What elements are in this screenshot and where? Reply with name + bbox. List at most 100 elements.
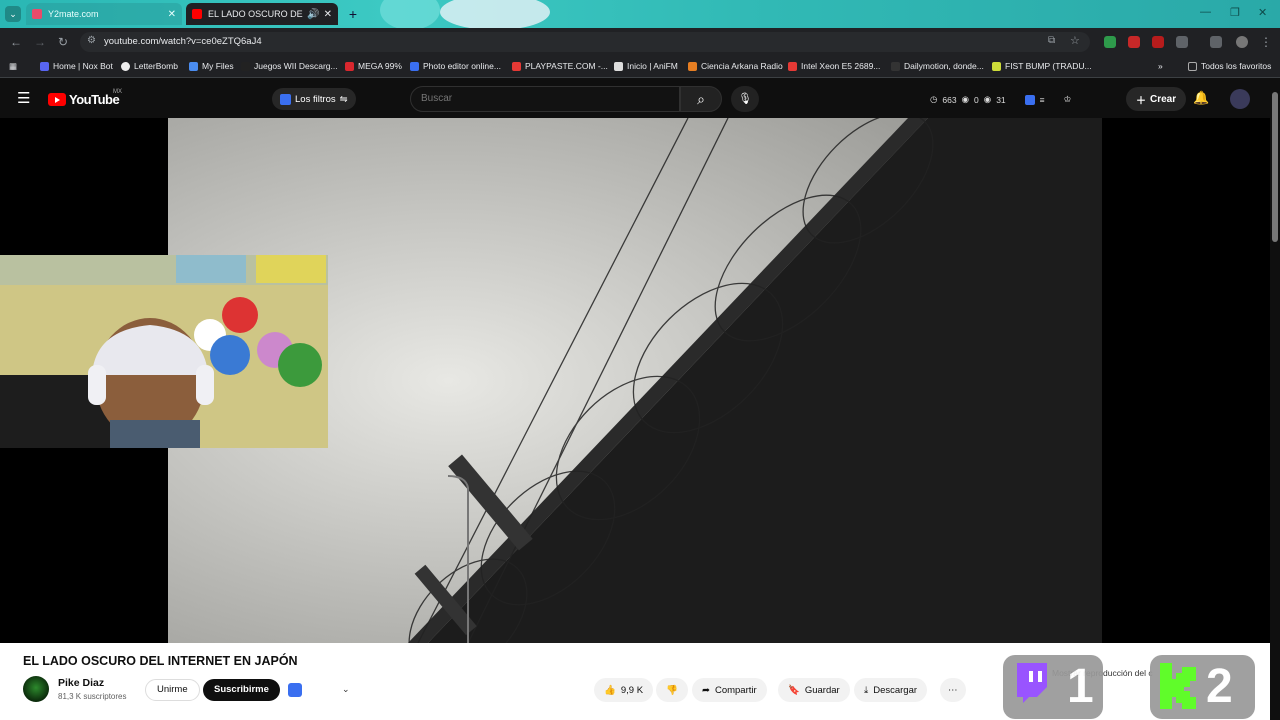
search-input[interactable] <box>421 93 671 104</box>
bookmark-item[interactable]: My Files <box>189 61 234 71</box>
subscriber-count: 81,3 K suscriptores <box>58 692 127 701</box>
search-box <box>410 86 680 112</box>
close-icon[interactable]: ✕ <box>168 9 176 20</box>
bookmark-item[interactable]: Juegos WII Descarg... <box>241 61 338 71</box>
tab-youtube-video[interactable]: EL LADO OSCURO DEL INTE 🔊 ✕ <box>186 3 338 25</box>
like-count: 9,9 K <box>620 684 644 696</box>
country-code: MX <box>113 89 122 95</box>
close-window-icon[interactable]: ✕ <box>1258 6 1267 19</box>
dislike-button[interactable]: 👎 <box>656 678 688 702</box>
bookmark-favicon-icon <box>788 61 797 71</box>
share-button[interactable]: ➦ Compartir <box>692 678 767 702</box>
save-button[interactable]: 🔖 Guardar <box>778 678 850 702</box>
bookmark-item[interactable]: PLAYPASTE.COM -... <box>512 61 608 71</box>
channel-avatar[interactable] <box>23 676 49 702</box>
extension-icon[interactable] <box>1104 36 1116 48</box>
browser-menu-icon[interactable]: ⋮ <box>1260 35 1272 49</box>
extension-icon[interactable] <box>288 683 302 697</box>
bookmark-item[interactable]: MEGA 99% <box>345 61 402 71</box>
restore-icon[interactable]: ❐ <box>1230 6 1240 19</box>
speaker-icon[interactable]: 🔊 <box>307 9 319 20</box>
more-horizontal-icon: ⋯ <box>948 684 958 696</box>
like-button[interactable]: 👍 9,9 K <box>594 678 654 702</box>
bookmark-item[interactable]: Photo editor online... <box>410 61 501 71</box>
badge-number: 2 <box>1206 660 1233 713</box>
extension-icon[interactable] <box>1128 36 1140 48</box>
bookmark-favicon-icon <box>512 61 521 71</box>
extension-icon[interactable] <box>1152 36 1164 48</box>
extensions-puzzle-icon[interactable] <box>1176 36 1188 48</box>
menu-icon[interactable]: ☰ <box>17 91 30 106</box>
youtube-favicon-icon <box>192 9 202 19</box>
reload-icon[interactable]: ↻ <box>58 35 68 49</box>
extension-stats: ◷ 663 ◉ 0 ◉ 31 ≡ ♔ <box>930 94 1071 105</box>
bookmark-star-icon[interactable]: ☆ <box>1070 34 1080 47</box>
more-bookmarks-icon[interactable]: » <box>1158 61 1163 71</box>
save-label: Guardar <box>804 684 840 696</box>
search-button[interactable]: ⌕ <box>680 86 722 112</box>
extension-icon[interactable] <box>1024 94 1035 105</box>
all-bookmarks-folder[interactable]: Todos los favoritos <box>1188 61 1271 71</box>
media-control-icon[interactable] <box>1210 36 1222 48</box>
bookmark-favicon-icon <box>688 61 697 71</box>
tab-search-button[interactable]: ⌄ <box>5 6 21 22</box>
bookmark-item[interactable]: LetterBomb <box>121 61 178 71</box>
stat-value: 31 <box>996 94 1006 105</box>
bookmark-icon: 🔖 <box>788 684 800 696</box>
new-tab-button[interactable]: + <box>345 6 361 22</box>
account-avatar[interactable] <box>1230 89 1250 109</box>
site-info-icon[interactable]: ⚙ <box>87 35 96 46</box>
bookmark-label: Inicio | AniFM <box>627 61 678 71</box>
profile-avatar[interactable] <box>1236 36 1248 48</box>
filter-extension-icon <box>280 93 291 105</box>
bookmark-item[interactable]: Home | Nox Bot <box>40 61 113 71</box>
youtube-logo[interactable]: YouTube <box>48 92 120 107</box>
tab-title: EL LADO OSCURO DEL INTE <box>208 9 303 19</box>
tab-y2mate[interactable]: Y2mate.com ✕ <box>26 3 182 25</box>
minimize-icon[interactable]: — <box>1200 6 1211 18</box>
kick-logo-icon <box>1160 663 1196 709</box>
video-title: EL LADO OSCURO DEL INTERNET EN JAPÓN <box>23 654 298 668</box>
bookmark-item[interactable]: FIST BUMP (TRADU... <box>992 61 1092 71</box>
bookmark-label: My Files <box>202 61 234 71</box>
create-button[interactable]: ＋ Crear <box>1126 87 1187 111</box>
filters-button[interactable]: Los filtros ⇋ <box>272 88 356 110</box>
clock-icon: ◷ <box>930 94 938 104</box>
voice-search-button[interactable]: 🎙 <box>731 86 759 112</box>
channel-name[interactable]: Pike Diaz <box>58 677 104 689</box>
logo-text: YouTube <box>69 92 120 107</box>
list-icon[interactable]: ≡ <box>1040 95 1045 105</box>
bookmark-label: Home | Nox Bot <box>53 61 113 71</box>
more-actions-button[interactable]: ⋯ <box>940 678 966 702</box>
bookmark-label: Photo editor online... <box>423 61 501 71</box>
subscribe-button[interactable]: Suscribirme <box>203 679 280 701</box>
bookmark-label: MEGA 99% <box>358 61 402 71</box>
bookmark-favicon-icon <box>614 61 623 71</box>
stat-value: 663 <box>942 94 957 105</box>
scrollbar-thumb[interactable] <box>1272 92 1278 242</box>
bookmark-item[interactable]: Inicio | AniFM <box>614 61 678 71</box>
install-app-icon[interactable]: ⧉ <box>1048 35 1055 46</box>
bookmark-item[interactable]: Ciencia Arkana Radio <box>688 61 783 71</box>
back-icon[interactable]: ← <box>10 35 22 49</box>
bookmark-label: PLAYPASTE.COM -... <box>525 61 608 71</box>
url-text[interactable]: youtube.com/watch?v=ce0eZTQ6aJ4 <box>104 36 262 47</box>
award-icon[interactable]: ♔ <box>1064 94 1072 105</box>
bookmark-favicon-icon <box>345 61 354 71</box>
apps-grid-icon[interactable]: ▦ <box>9 61 17 72</box>
filters-label: Los filtros <box>295 93 336 105</box>
chevron-down-icon[interactable]: ⌄ <box>342 684 350 695</box>
forward-icon[interactable]: → <box>34 35 46 49</box>
join-button[interactable]: Unirme <box>145 679 200 701</box>
download-button[interactable]: ⤓ Descargar <box>854 678 928 702</box>
bookmark-favicon-icon <box>40 61 49 71</box>
bookmark-item[interactable]: Intel Xeon E5 2689... <box>788 61 880 71</box>
bookmark-item[interactable]: Dailymotion, donde... <box>891 61 984 71</box>
page-scrollbar[interactable] <box>1270 80 1280 720</box>
close-icon[interactable]: ✕ <box>324 9 332 20</box>
tab-title: Y2mate.com <box>48 9 99 19</box>
sliders-icon: ⇋ <box>339 93 348 105</box>
notifications-bell-icon[interactable]: 🔔 <box>1193 90 1209 106</box>
bookmark-favicon-icon <box>189 61 198 71</box>
address-bar[interactable]: ⚙ youtube.com/watch?v=ce0eZTQ6aJ4 ⧉ ☆ <box>80 32 1090 52</box>
